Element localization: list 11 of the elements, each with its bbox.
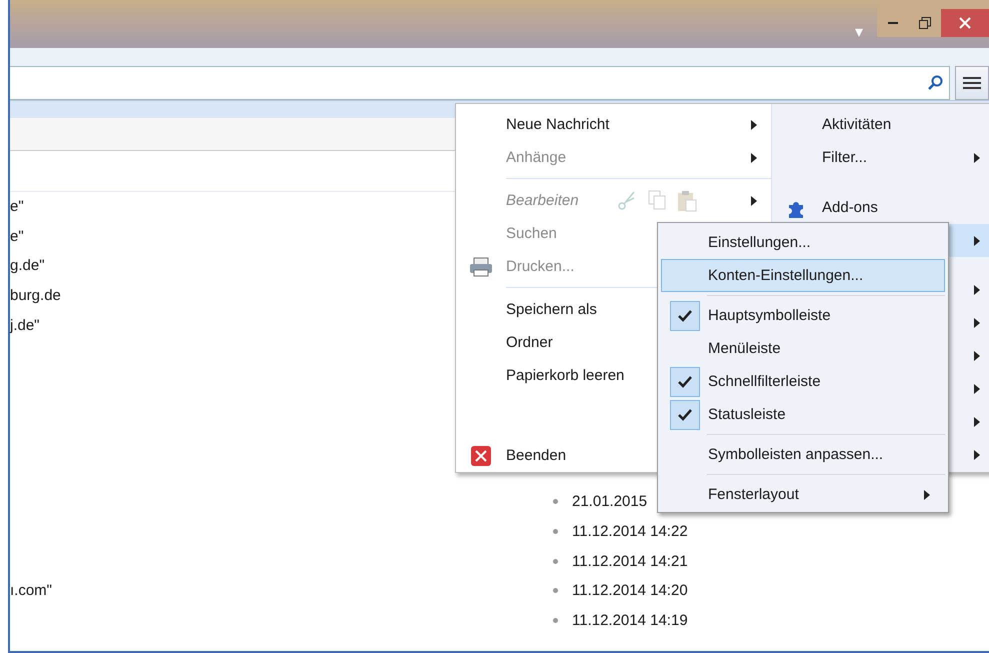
date-text: 11.12.2014 14:20: [572, 582, 688, 600]
date-text: 11.12.2014 14:22: [572, 522, 688, 540]
sender-text: ı.com": [10, 582, 52, 600]
date-text: 21.01.2015: [572, 493, 648, 510]
sender-text: e": [10, 228, 24, 245]
sender-text: g.de": [10, 257, 45, 274]
sender-text: j.de": [10, 316, 40, 334]
sender-text: burg.de: [10, 287, 61, 304]
date-text: 11.12.2014 14:19: [572, 612, 688, 629]
sender-text: e": [10, 198, 24, 216]
date-text: 11.12.2014 14:21: [572, 552, 688, 570]
